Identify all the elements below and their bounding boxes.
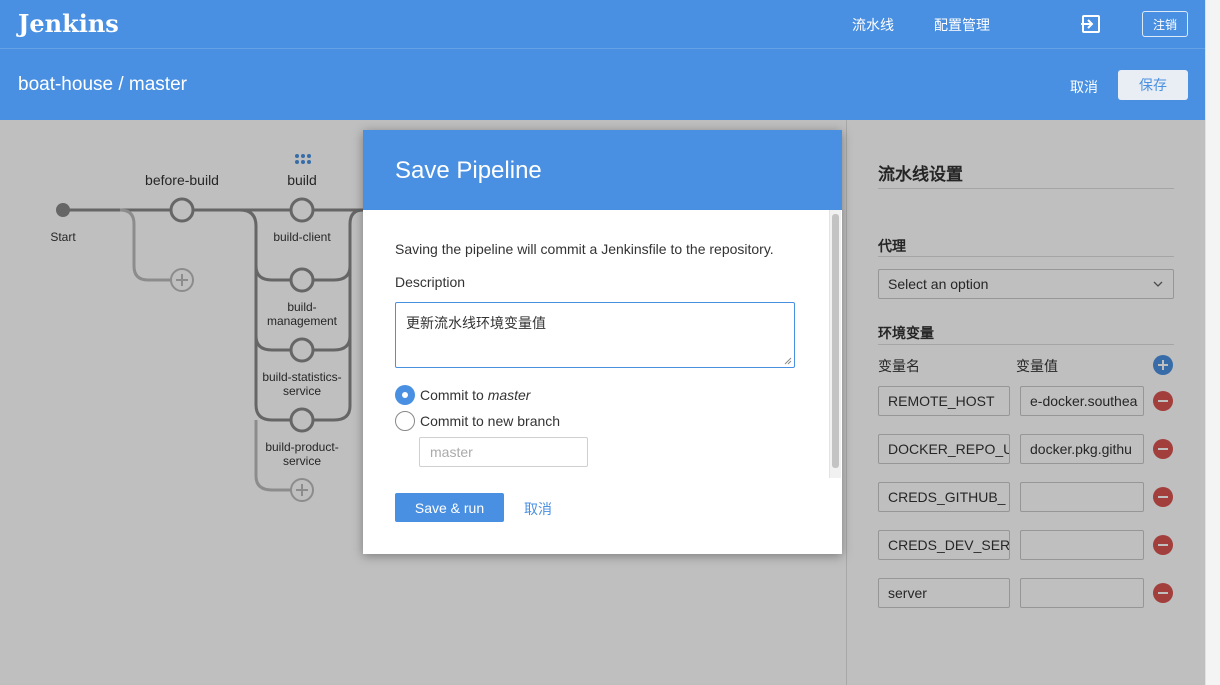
commit-new-branch-label[interactable]: Commit to new branch [420,413,560,429]
commit-branch-name: master [487,387,531,403]
page-scrollbar[interactable] [1205,0,1220,685]
dialog-header: Save Pipeline [363,130,842,210]
nav-pipelines[interactable]: 流水线 [852,15,894,35]
description-textarea[interactable]: 更新流水线环境变量值 [395,302,795,368]
dialog-scroll-thumb[interactable] [832,214,839,468]
logout-button[interactable]: 注销 [1142,11,1188,37]
dialog-title: Save Pipeline [395,157,542,184]
dialog-scrollbar[interactable] [829,210,841,478]
save-and-run-button[interactable]: Save & run [395,493,504,522]
dialog-cancel-button[interactable]: 取消 [524,499,552,519]
save-button[interactable]: 保存 [1118,70,1188,100]
description-label: Description [395,274,466,290]
nav-config[interactable]: 配置管理 [934,15,990,35]
cancel-button[interactable]: 取消 [1070,77,1098,97]
commit-prefix: Commit to [420,387,484,403]
top-header: Jenkins 流水线 配置管理 注销 [0,0,1205,48]
commit-new-branch-radio[interactable] [395,411,415,431]
page-title: boat-house / master [18,74,187,95]
sign-out-icon[interactable] [1080,14,1102,34]
description-value: 更新流水线环境变量值 [406,315,546,331]
branch-name-input[interactable]: master [419,437,588,467]
save-pipeline-dialog: Save Pipeline Saving the pipeline will c… [363,130,842,554]
commit-master-radio[interactable] [395,385,415,405]
commit-master-label[interactable]: Commit to master [420,387,530,403]
pipeline-subheader: boat-house / master 取消 保存 [0,48,1205,120]
jenkins-logo[interactable]: Jenkins [18,9,119,38]
dialog-info-text: Saving the pipeline will commit a Jenkin… [395,241,774,257]
resize-handle-icon[interactable] [784,357,792,365]
